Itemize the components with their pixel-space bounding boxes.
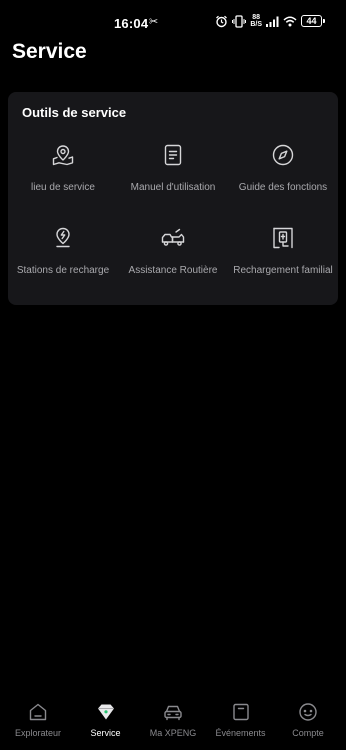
tool-label: lieu de service (31, 182, 95, 193)
network-speed-unit: B/S (250, 21, 262, 28)
events-bag-icon (230, 701, 252, 723)
network-speed-value: 88 (252, 14, 261, 21)
map-pin-icon (50, 142, 76, 168)
nav-label: Compte (292, 728, 324, 738)
tool-roadside-assistance[interactable]: Assistance Routière (118, 225, 228, 289)
tool-label: Guide des fonctions (238, 182, 328, 193)
tool-label: Assistance Routière (128, 265, 218, 276)
nav-item-events[interactable]: Événements (209, 694, 273, 750)
status-time: 16:04 (114, 16, 149, 31)
nav-item-my-xpeng[interactable]: Ma XPENG (141, 694, 205, 750)
compass-icon (270, 142, 296, 168)
page-title: Service (12, 40, 87, 63)
nav-label: Ma XPENG (149, 728, 197, 738)
tool-label: Stations de recharge (16, 265, 110, 276)
battery-level: 44 (306, 15, 317, 26)
bluetooth-status-icon: ✂ (149, 16, 159, 28)
tool-home-charging[interactable]: Rechargement familial (228, 225, 338, 289)
status-bar: 16:04 ✂ 88 B/S 44 (0, 0, 346, 44)
nav-item-account[interactable]: Compte (276, 694, 340, 750)
network-speed: 88 B/S (250, 14, 262, 28)
service-screen: 16:04 ✂ 88 B/S 44 Service Outils de serv… (0, 0, 346, 750)
nav-label: Explorateur (14, 728, 62, 738)
status-icons: 88 B/S 44 (215, 14, 325, 28)
account-icon (297, 701, 319, 723)
tool-user-manual[interactable]: Manuel d'utilisation (118, 142, 228, 206)
tool-charging-stations[interactable]: Stations de recharge (8, 225, 118, 289)
nav-label: Événements (215, 728, 266, 738)
wifi-icon (283, 16, 297, 26)
battery-icon: 44 (301, 15, 325, 27)
service-diamond-icon (95, 701, 117, 723)
car-icon (162, 701, 184, 723)
tool-label: Rechargement familial (233, 265, 333, 276)
tool-label: Manuel d'utilisation (130, 182, 216, 193)
manual-icon (160, 142, 186, 168)
card-title: Outils de service (22, 105, 127, 120)
tool-service-location[interactable]: lieu de service (8, 142, 118, 206)
nav-item-explorer[interactable]: Explorateur (6, 694, 70, 750)
tool-feature-guide[interactable]: Guide des fonctions (228, 142, 338, 206)
home-charger-icon (270, 225, 296, 251)
home-icon (27, 701, 49, 723)
nav-label: Service (90, 728, 121, 738)
bottom-nav: Explorateur Service Ma XPENG Événements … (0, 694, 346, 750)
tow-truck-icon (160, 225, 186, 251)
signal-icon (266, 16, 279, 27)
service-tools-card: Outils de service lieu de service Manuel… (8, 92, 338, 305)
alarm-icon (216, 15, 228, 27)
nav-item-service[interactable]: Service (74, 694, 138, 750)
charging-station-icon (50, 225, 76, 251)
vibrate-icon (232, 14, 247, 28)
